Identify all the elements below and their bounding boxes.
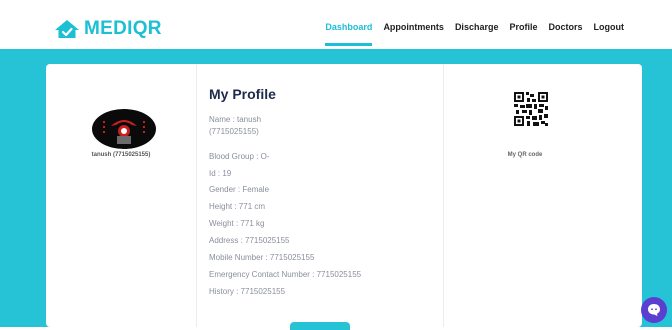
avatar [92,109,156,149]
brand-logo[interactable]: MEDIQR [54,18,162,40]
nav-logout[interactable]: Logout [594,22,625,32]
avatar-column: tanush (7715025155) [46,64,196,327]
nav-dashboard[interactable]: Dashboard [325,22,373,46]
page-title: My Profile [209,86,276,102]
nav-doctors[interactable]: Doctors [548,22,582,32]
nav-profile[interactable]: Profile [509,22,537,32]
qr-caption: My QR code [507,152,543,158]
nav-discharge[interactable]: Discharge [455,22,499,32]
qr-column: My QR code [442,64,642,327]
home-icon [55,20,79,38]
history-field: History : 7715025155 [209,287,286,296]
main-nav: Dashboard Appointments Discharge Profile… [325,22,625,46]
brand-name: MEDIQR [84,18,162,39]
edit-profile-button[interactable] [290,322,350,330]
name-line-1: Name : tanush [209,115,262,124]
chat-icon [648,304,660,316]
avatar-caption: tanush (7715025155) [91,152,151,158]
nav-appointments[interactable]: Appointments [383,22,444,32]
blood-group-field: Blood Group : O- [209,152,270,161]
address-field: Address : 7715025155 [209,236,290,245]
name-line-2: (7715025155) [209,127,259,136]
profile-card: tanush (7715025155) My Profile Name : ta… [46,64,642,327]
profile-details: My Profile Name : tanush (7715025155) Bl… [196,64,444,327]
mobile-field: Mobile Number : 7715025155 [209,253,315,262]
top-navbar: MEDIQR Dashboard Appointments Discharge … [0,0,672,49]
qr-code-icon [514,92,548,126]
height-field: Height : 771 cm [209,202,266,211]
weight-field: Weight : 771 kg [209,219,265,228]
id-field: Id : 19 [209,169,232,178]
chat-button[interactable] [641,297,667,323]
emergency-contact-field: Emergency Contact Number : 7715025155 [209,270,362,279]
gender-field: Gender : Female [209,185,270,194]
